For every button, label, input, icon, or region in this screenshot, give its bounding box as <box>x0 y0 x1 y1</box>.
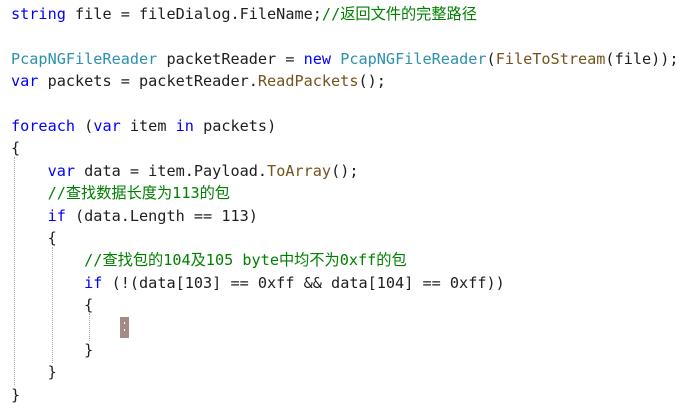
code-line[interactable]: //查找包的104及105 byte中均不为0xff的包 <box>11 249 407 271</box>
indent-guide <box>14 157 15 385</box>
keyword-token: if <box>47 206 66 225</box>
code-token: (); <box>331 161 359 180</box>
text-caret <box>120 317 129 338</box>
code-editor[interactable]: string file = fileDialog.FileName;//返回文件… <box>0 0 690 409</box>
code-token: } <box>11 385 21 404</box>
code-line[interactable]: } <box>11 361 57 383</box>
comment-token: //查找包的104及105 byte中均不为0xff的包 <box>84 251 407 270</box>
code-line[interactable]: { <box>11 227 57 249</box>
keyword-token: var <box>47 161 76 180</box>
code-token: { <box>11 139 21 158</box>
code-token: ( <box>486 49 496 68</box>
code-line[interactable]: if (!(data[103] == 0xff && data[104] == … <box>11 272 505 294</box>
code-line[interactable]: PcapNGFileReader packetReader = new Pcap… <box>11 48 679 70</box>
type-token: PcapNGFileReader <box>11 49 158 68</box>
keyword-token: var <box>11 72 39 91</box>
code-line[interactable]: foreach (var item in packets) <box>11 115 276 137</box>
comment-token: //返回文件的完整路径 <box>321 5 477 23</box>
method-token: FileToStream <box>495 49 606 68</box>
keyword-token: if <box>84 273 103 292</box>
code-token: data = item.Payload. <box>75 161 268 180</box>
code-token: ; <box>312 5 322 23</box>
type-token: PcapNGFileReader <box>340 49 487 68</box>
code-token: (data.Length == 113) <box>65 206 258 225</box>
code-token: (file)); <box>605 49 679 68</box>
code-line[interactable]: var data = item.Payload.ToArray(); <box>11 160 359 182</box>
code-token: file = fileDialog. <box>65 5 240 23</box>
indent-guide <box>52 247 53 363</box>
keyword-token: foreach <box>11 117 76 135</box>
code-token: FileName <box>239 5 313 23</box>
code-token: packetReader = <box>157 49 304 68</box>
keyword-token: var <box>93 117 121 135</box>
method-token: ReadPackets <box>257 72 359 91</box>
code-token: (); <box>358 72 386 91</box>
code-line[interactable]: //查找数据长度为113的包 <box>11 182 230 204</box>
keyword-token: new <box>303 49 332 68</box>
code-line[interactable]: var packets = packetReader.ReadPackets()… <box>11 70 386 92</box>
code-line[interactable]: if (data.Length == 113) <box>11 205 258 227</box>
keyword-token: in <box>175 117 194 135</box>
code-token: (!(data[103] == 0xff && data[104] == 0xf… <box>102 273 505 292</box>
method-token: ToArray <box>267 161 332 180</box>
code-line[interactable]: } <box>11 384 20 406</box>
code-token: ( <box>75 117 94 135</box>
code-token: item <box>120 117 176 135</box>
code-token: packets = packetReader. <box>38 72 258 91</box>
indent-guide <box>89 313 90 341</box>
code-token: } <box>11 363 57 382</box>
keyword-token: string <box>11 5 66 23</box>
comment-token: //查找数据长度为113的包 <box>47 184 230 203</box>
code-token: { <box>11 229 57 247</box>
code-token: packets) <box>193 117 277 135</box>
code-line[interactable]: string file = fileDialog.FileName;//返回文件… <box>11 3 477 25</box>
code-line[interactable]: { <box>11 137 20 159</box>
